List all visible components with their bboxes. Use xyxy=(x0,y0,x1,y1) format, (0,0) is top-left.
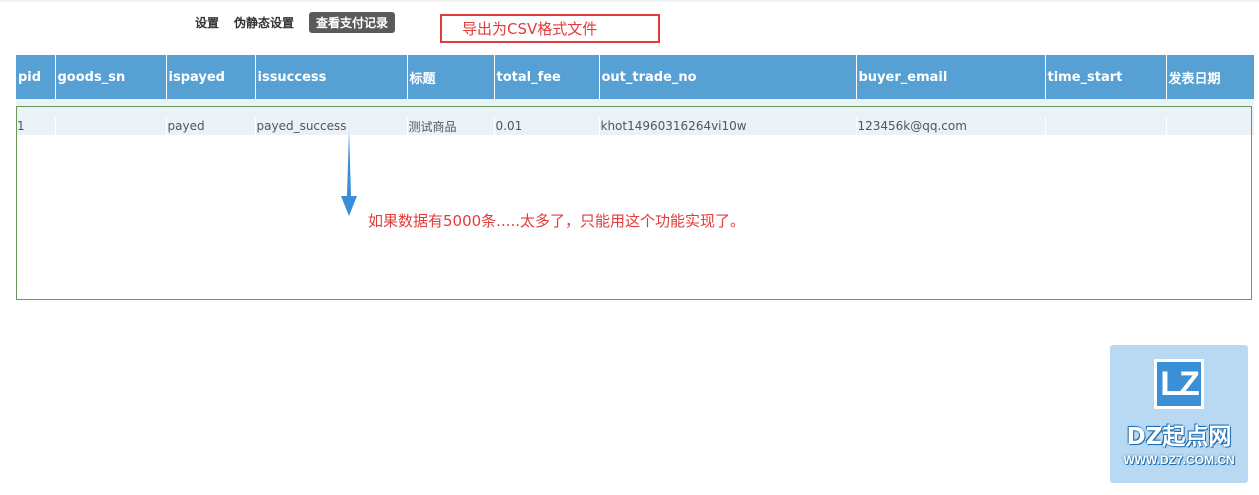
table-spacer xyxy=(16,99,1255,117)
cell-goods-sn xyxy=(55,117,167,135)
export-csv-note: 导出为CSV格式文件 xyxy=(462,20,598,38)
cell-pid: 1 xyxy=(16,117,56,135)
export-csv-annotation: 导出为CSV格式文件 xyxy=(440,14,660,43)
tab-payment-records[interactable]: 查看支付记录 xyxy=(309,11,396,33)
column-header-buyer-email: buyer_email xyxy=(856,55,1046,99)
payment-records-table: pid goods_sn ispayed issuccess 标题 total_… xyxy=(16,55,1255,135)
column-header-goods-sn: goods_sn xyxy=(55,55,167,99)
column-header-ispayed: ispayed xyxy=(166,55,256,99)
watermark-url: WWW.DZ7.COM.CN xyxy=(1123,453,1235,467)
cell-ispayed: payed xyxy=(166,117,256,135)
tab-settings[interactable]: 设置 xyxy=(195,12,219,33)
tab-rewrite-settings[interactable]: 伪静态设置 xyxy=(234,12,294,33)
watermark-brand: DZ起点网 xyxy=(1126,424,1232,450)
column-header-out-trade-no: out_trade_no xyxy=(599,55,857,99)
column-header-issuccess: issuccess xyxy=(255,55,408,99)
column-header-pid: pid xyxy=(16,55,56,99)
settings-tabs: 设置 伪静态设置 查看支付记录 xyxy=(195,11,396,33)
site-watermark: LZ DZ起点网 WWW.DZ7.COM.CN xyxy=(1110,345,1248,483)
table-header-row: pid goods_sn ispayed issuccess 标题 total_… xyxy=(16,55,1255,99)
cell-post-date xyxy=(1166,117,1255,135)
cell-out-trade-no: khot14960316264vi10w xyxy=(599,117,857,135)
annotation-frame xyxy=(16,106,1252,300)
cell-title: 测试商品 xyxy=(407,117,495,135)
down-arrow-icon xyxy=(341,130,357,216)
column-header-total-fee: total_fee xyxy=(494,55,600,99)
watermark-logo: LZ xyxy=(1154,359,1204,409)
column-header-title: 标题 xyxy=(407,55,495,99)
column-header-post-date: 发表日期 xyxy=(1166,55,1255,99)
column-header-time-start: time_start xyxy=(1045,55,1167,99)
data-limit-note: 如果数据有5000条.....太多了，只能用这个功能实现了。 xyxy=(368,212,746,230)
cell-total-fee: 0.01 xyxy=(494,117,600,135)
cell-issuccess: payed_success xyxy=(255,117,408,135)
table-row[interactable]: 1 payed payed_success 测试商品 0.01 khot1496… xyxy=(16,117,1255,135)
cell-buyer-email: 123456k@qq.com xyxy=(856,117,1046,135)
cell-time-start xyxy=(1045,117,1167,135)
top-border xyxy=(0,0,1259,2)
